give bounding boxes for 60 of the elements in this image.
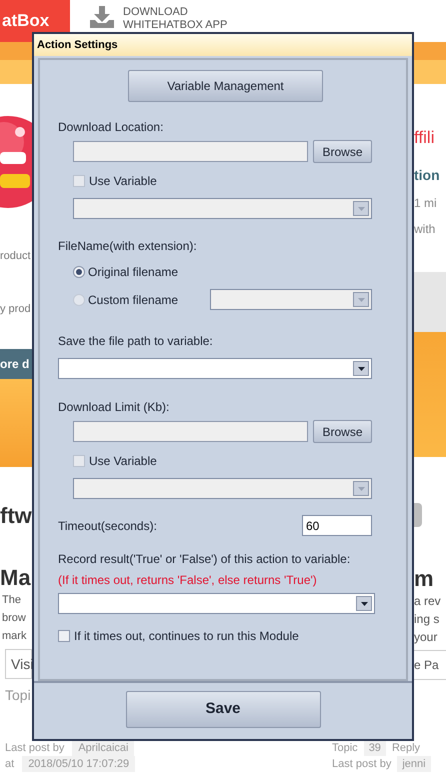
card-title: m [414, 566, 435, 592]
header-banner [0, 42, 32, 84]
section-label: Save the file path to variable: [58, 333, 214, 350]
timeout-label: Timeout(seconds): [58, 518, 157, 534]
last-post-label: Last post by [5, 741, 64, 756]
dropdown-arrow-icon [358, 486, 364, 490]
field-value: 60 [306, 518, 320, 534]
dropdown[interactable] [58, 593, 375, 614]
hint-text: (If it times out, returns 'False', else returns 'True') [58, 572, 318, 589]
topic-label: Topic [332, 741, 358, 756]
save-button[interactable]: Save [126, 691, 320, 728]
card-text: your [414, 628, 438, 646]
section-title: ffili [414, 127, 436, 149]
meta-text: with [414, 220, 436, 238]
radio-button[interactable] [73, 266, 85, 278]
more-button[interactable]: ore d [0, 349, 32, 379]
product-text: roduct [0, 249, 32, 264]
section-heading: ftw [0, 502, 32, 530]
chevron-button[interactable] [414, 502, 422, 526]
dropdown-arrow-icon [360, 602, 368, 606]
header-banner [414, 42, 446, 84]
browse-button[interactable]: Browse [313, 420, 372, 443]
dropdown-arrow-icon [358, 206, 364, 210]
download-icon [90, 6, 114, 28]
section-label: Download Location: [58, 119, 164, 136]
last-post-label: Last post by [332, 757, 392, 772]
at-label: at [5, 757, 14, 772]
card-text: The [1, 593, 22, 608]
radio-label: Custom filename [88, 292, 178, 308]
checkbox-label: If it times out, continues to run this Module [74, 628, 299, 645]
topic-label: Topi [4, 686, 32, 705]
section-label: Download Limit (Kb): [58, 399, 170, 416]
checkbox-label: Use Variable [89, 453, 157, 470]
browse-button[interactable]: Browse [313, 140, 372, 163]
card-text: mark [1, 629, 28, 644]
checkbox-label: Use Variable [89, 173, 157, 190]
card-text: a rev [414, 592, 442, 610]
field-text: e Pa [414, 656, 439, 674]
date-tag: 2018/05/10 17:07:29 [22, 756, 136, 772]
dropdown-arrow-icon [358, 366, 364, 370]
meta-text: 1 mi [414, 194, 438, 212]
checkbox[interactable] [58, 630, 70, 642]
banner-graphic [414, 272, 446, 332]
radio-label: Original filename [88, 264, 178, 281]
brand-name: atBox [2, 10, 50, 32]
card-title: Ma [0, 565, 32, 591]
section-label: FileName(with extension): [58, 238, 198, 255]
product-text: y prod [0, 302, 32, 316]
card-text: brow [1, 611, 27, 626]
reply-label: Reply [392, 741, 420, 756]
download-app-link[interactable]: DOWNLOAD WHITEHATBOX APP [123, 6, 243, 32]
dropdown[interactable] [58, 358, 372, 379]
section-subtitle: tion [414, 166, 441, 184]
radio-button[interactable] [73, 294, 85, 306]
card-text: ing s [414, 610, 440, 628]
timeout-field[interactable]: 60 [302, 515, 372, 536]
topic-count: 39 [364, 740, 386, 756]
variable-management-button[interactable]: Variable Management [128, 70, 323, 102]
section-label: Record result('True' or 'False') of this action to variable: [58, 551, 352, 568]
dropdown-arrow-icon [358, 298, 364, 302]
